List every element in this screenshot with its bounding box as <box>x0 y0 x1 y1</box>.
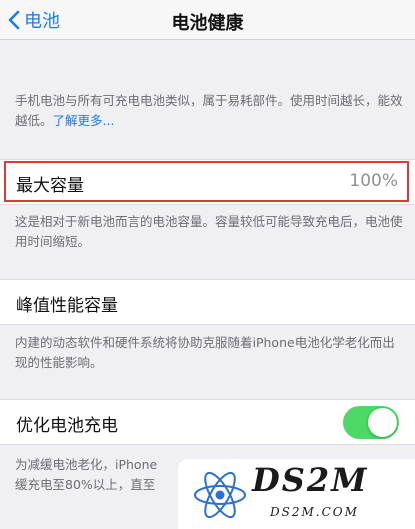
peak-performance-cell: 峰值性能容量 <box>0 279 415 325</box>
watermark: DS2M DS2M.COM <box>178 459 415 529</box>
optimized-charging-toggle[interactable] <box>343 406 399 439</box>
intro-description: 手机电池与所有可充电电池类似，属于易耗部件。使用时间越长，能效越低。了解更多..… <box>15 91 403 131</box>
peak-performance-note: 内建的动态软件和硬件系统将协助克服随着iPhone电池化学老化而出现的性能影响。 <box>15 335 395 370</box>
watermark-brand: DS2M <box>252 461 369 499</box>
max-capacity-cell: 最大容量 100% <box>0 159 415 205</box>
atom-logo-icon <box>194 471 246 519</box>
toggle-knob <box>368 408 397 437</box>
optimized-charging-label: 优化电池充电 <box>16 416 118 436</box>
navigation-bar: 电池 电池健康 <box>0 0 415 40</box>
max-capacity-value: 100% <box>349 171 398 191</box>
watermark-url: DS2M.COM <box>270 505 359 519</box>
optimized-charging-cell: 优化电池充电 <box>0 399 415 445</box>
learn-more-link[interactable]: 了解更多... <box>53 113 115 128</box>
max-capacity-note: 这是相对于新电池而言的电池容量。容量较低可能导致充电后，电池使用时间缩短。 <box>15 214 403 249</box>
max-capacity-label: 最大容量 <box>16 176 84 196</box>
page-title: 电池健康 <box>171 13 244 34</box>
peak-performance-label: 峰值性能容量 <box>16 296 118 316</box>
